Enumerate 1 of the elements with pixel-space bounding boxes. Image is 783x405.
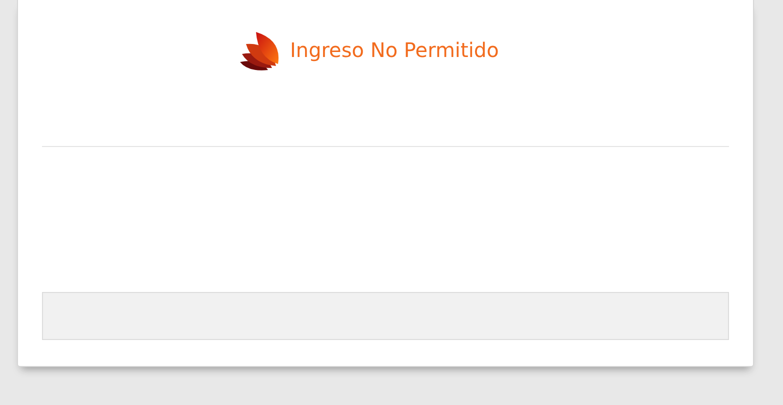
page-title: Ingreso No Permitido xyxy=(290,38,499,62)
